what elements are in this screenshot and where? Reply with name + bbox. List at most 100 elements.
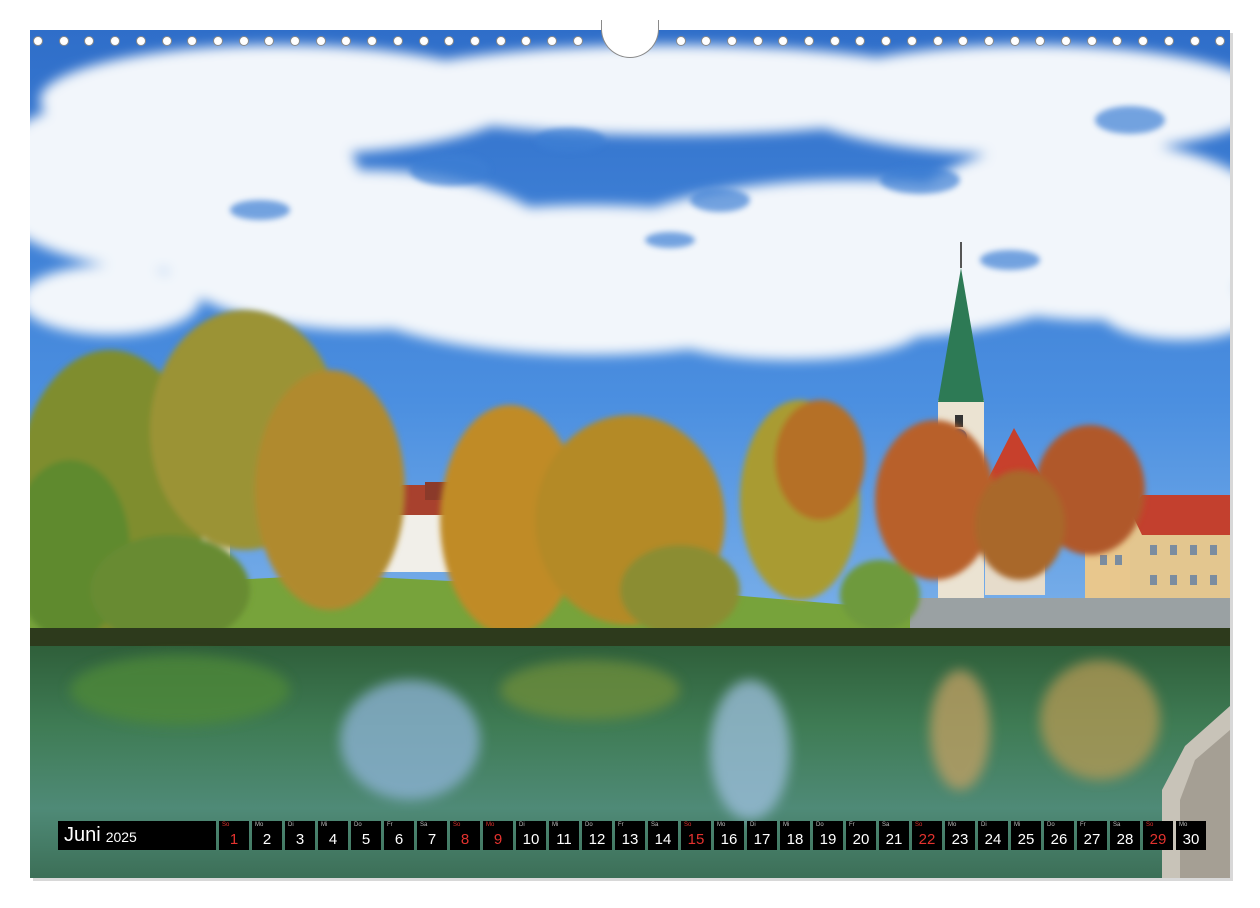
- binding-hole: [444, 36, 455, 46]
- binding-hole: [469, 36, 480, 46]
- day-number: 13: [621, 831, 639, 848]
- day-number: 29: [1149, 831, 1167, 848]
- day-cell: Mo 23: [945, 821, 975, 850]
- day-cell: Di 10: [516, 821, 546, 850]
- binding-hole: [1163, 36, 1174, 46]
- binding-hole: [1189, 36, 1200, 46]
- weekday-label: Mo: [717, 822, 726, 828]
- day-number: 4: [328, 831, 338, 848]
- weekday-label: Do: [816, 822, 824, 828]
- month-label: Juni 2025: [58, 821, 216, 850]
- day-number: 7: [427, 831, 437, 848]
- weekday-label: So: [453, 822, 461, 828]
- binding-hole: [341, 36, 352, 46]
- weekday-label: Do: [1047, 822, 1055, 828]
- day-cell: Mo 16: [714, 821, 744, 850]
- weekday-label: Mi: [1014, 822, 1021, 828]
- binding-hole: [418, 36, 429, 46]
- day-cell: Sa 14: [648, 821, 678, 850]
- day-number: 18: [786, 831, 804, 848]
- day-cell: So 22: [912, 821, 942, 850]
- weekday-label: Mo: [255, 822, 264, 828]
- weekday-label: Fr: [1080, 822, 1086, 828]
- binding-hole: [212, 36, 223, 46]
- day-number: 17: [753, 831, 771, 848]
- weekday-label: Mo: [1179, 822, 1188, 828]
- binding-hole: [855, 36, 866, 46]
- binding-hole: [1112, 36, 1123, 46]
- day-cell: So 1: [219, 821, 249, 850]
- day-cell: Sa 28: [1110, 821, 1140, 850]
- weekday-label: Mi: [783, 822, 790, 828]
- day-cell: Mi 18: [780, 821, 810, 850]
- weekday-label: Sa: [651, 822, 659, 828]
- weekday-label: Di: [519, 822, 525, 828]
- day-number: 2: [262, 831, 272, 848]
- calendar-strip: Juni 2025 So 1 Mo 2 Di 3 Mi 4 Do 5 Fr 6 Sa 7 So 8 Mo 9 Di 1…: [58, 821, 1206, 850]
- binding-hole: [752, 36, 763, 46]
- day-cell: Di 24: [978, 821, 1008, 850]
- day-number: 21: [885, 831, 903, 848]
- weekday-label: Di: [750, 822, 756, 828]
- day-number: 8: [460, 831, 470, 848]
- binding-hole: [495, 36, 506, 46]
- day-number: 10: [522, 831, 540, 848]
- weekday-label: Do: [354, 822, 362, 828]
- weekday-label: So: [222, 822, 230, 828]
- binding-hole: [1061, 36, 1071, 46]
- binding-hole: [1035, 36, 1046, 46]
- binding-hole: [958, 36, 969, 46]
- weekday-label: Sa: [882, 822, 890, 828]
- day-number: 28: [1116, 831, 1134, 848]
- day-cell: Fr 20: [846, 821, 876, 850]
- binding-hole: [1009, 36, 1020, 46]
- binding-hole: [187, 36, 198, 46]
- day-cell: Sa 21: [879, 821, 909, 850]
- weekday-label: So: [915, 822, 923, 828]
- day-cell: Mi 4: [318, 821, 348, 850]
- binding-hole: [33, 36, 43, 46]
- day-number: 3: [295, 831, 305, 848]
- day-cell: Mi 11: [549, 821, 579, 850]
- weekday-label: Mi: [321, 822, 328, 828]
- day-cell: Do 5: [351, 821, 381, 850]
- binding-hole: [932, 36, 943, 46]
- weekday-label: Di: [288, 822, 294, 828]
- binding-hole: [315, 36, 326, 46]
- binding-hole: [547, 36, 557, 46]
- day-cell: Mo 9: [483, 821, 513, 850]
- day-cell: So 15: [681, 821, 711, 850]
- day-number: 22: [918, 831, 936, 848]
- day-cell: Mi 25: [1011, 821, 1041, 850]
- year-label: 2025: [105, 829, 137, 845]
- binding-hole: [726, 36, 737, 46]
- day-number: 15: [687, 831, 705, 848]
- day-number: 27: [1083, 831, 1101, 848]
- day-number: 30: [1182, 831, 1200, 848]
- day-cell: So 29: [1143, 821, 1173, 850]
- binding-hole: [58, 36, 69, 46]
- weekday-label: Mi: [552, 822, 559, 828]
- day-cell: Mo 30: [1176, 821, 1206, 850]
- binding-hole: [675, 36, 686, 46]
- binding-hole: [1086, 36, 1097, 46]
- binding-hole: [829, 36, 840, 46]
- day-cell: Sa 7: [417, 821, 447, 850]
- day-cell: Do 19: [813, 821, 843, 850]
- weekday-label: Di: [981, 822, 987, 828]
- weekday-label: So: [684, 822, 692, 828]
- day-cell: Di 17: [747, 821, 777, 850]
- month-name: Juni: [64, 824, 101, 846]
- weekday-label: Fr: [849, 822, 855, 828]
- binding-hole: [1138, 36, 1149, 46]
- binding-hole: [906, 36, 917, 46]
- quay-wall: [910, 598, 1230, 628]
- day-cell: So 8: [450, 821, 480, 850]
- day-number: 16: [720, 831, 738, 848]
- day-number: 23: [951, 831, 969, 848]
- day-number: 12: [588, 831, 606, 848]
- weekday-label: Sa: [420, 822, 428, 828]
- binding-hole: [367, 36, 378, 46]
- day-number: 20: [852, 831, 870, 848]
- day-number: 5: [361, 831, 371, 848]
